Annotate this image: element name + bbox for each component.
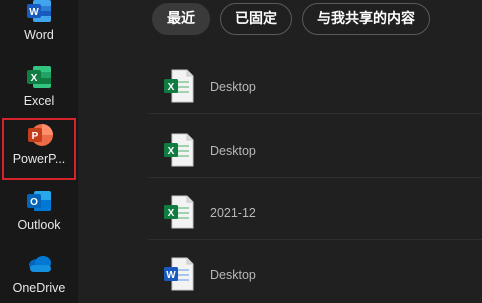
- main-panel: 最近 已固定 与我共享的内容 X Desktop X Desktop X 202…: [78, 0, 482, 303]
- svg-text:X: X: [31, 73, 38, 84]
- app-powerpoint[interactable]: P PowerP...: [2, 118, 76, 180]
- onedrive-icon: [25, 251, 53, 277]
- app-label: Word: [24, 28, 54, 42]
- app-outlook[interactable]: O Outlook: [2, 184, 76, 246]
- excel-file-icon: X: [162, 69, 194, 103]
- file-row[interactable]: W Desktop: [148, 240, 482, 302]
- app-word[interactable]: W Word: [2, 0, 76, 56]
- word-file-icon: W: [162, 257, 194, 291]
- app-label: PowerP...: [12, 152, 66, 166]
- svg-text:O: O: [30, 197, 38, 208]
- app-excel[interactable]: X Excel: [2, 60, 76, 122]
- app-onedrive[interactable]: OneDrive: [2, 247, 76, 303]
- app-label: Excel: [23, 94, 55, 108]
- tab-pinned[interactable]: 已固定: [220, 3, 292, 35]
- file-location: Desktop: [210, 268, 256, 282]
- excel-file-icon: X: [162, 195, 194, 229]
- tab-recent[interactable]: 最近: [152, 3, 210, 35]
- svg-text:X: X: [168, 146, 175, 157]
- svg-text:W: W: [29, 7, 39, 18]
- excel-icon: X: [25, 64, 53, 90]
- file-location: Desktop: [210, 144, 256, 158]
- filter-tabs: 最近 已固定 与我共享的内容: [152, 3, 430, 35]
- app-label: Outlook: [17, 218, 61, 232]
- excel-file-icon: X: [162, 133, 194, 167]
- svg-text:W: W: [166, 270, 176, 281]
- file-row[interactable]: X 2021-12: [148, 178, 482, 240]
- word-icon: W: [25, 0, 53, 24]
- powerpoint-icon: P: [25, 122, 53, 148]
- file-location: Desktop: [210, 80, 256, 94]
- file-location: 2021-12: [210, 206, 256, 220]
- file-row[interactable]: X Desktop: [148, 116, 482, 178]
- svg-text:X: X: [168, 208, 175, 219]
- outlook-icon: O: [25, 188, 53, 214]
- app-label: OneDrive: [12, 281, 66, 295]
- svg-text:X: X: [168, 82, 175, 93]
- svg-text:P: P: [32, 131, 39, 142]
- tab-shared-with-me[interactable]: 与我共享的内容: [302, 3, 430, 35]
- file-row[interactable]: X Desktop: [148, 52, 482, 114]
- app-rail: W Word X Excel P PowerP... O Outlook One…: [0, 0, 78, 303]
